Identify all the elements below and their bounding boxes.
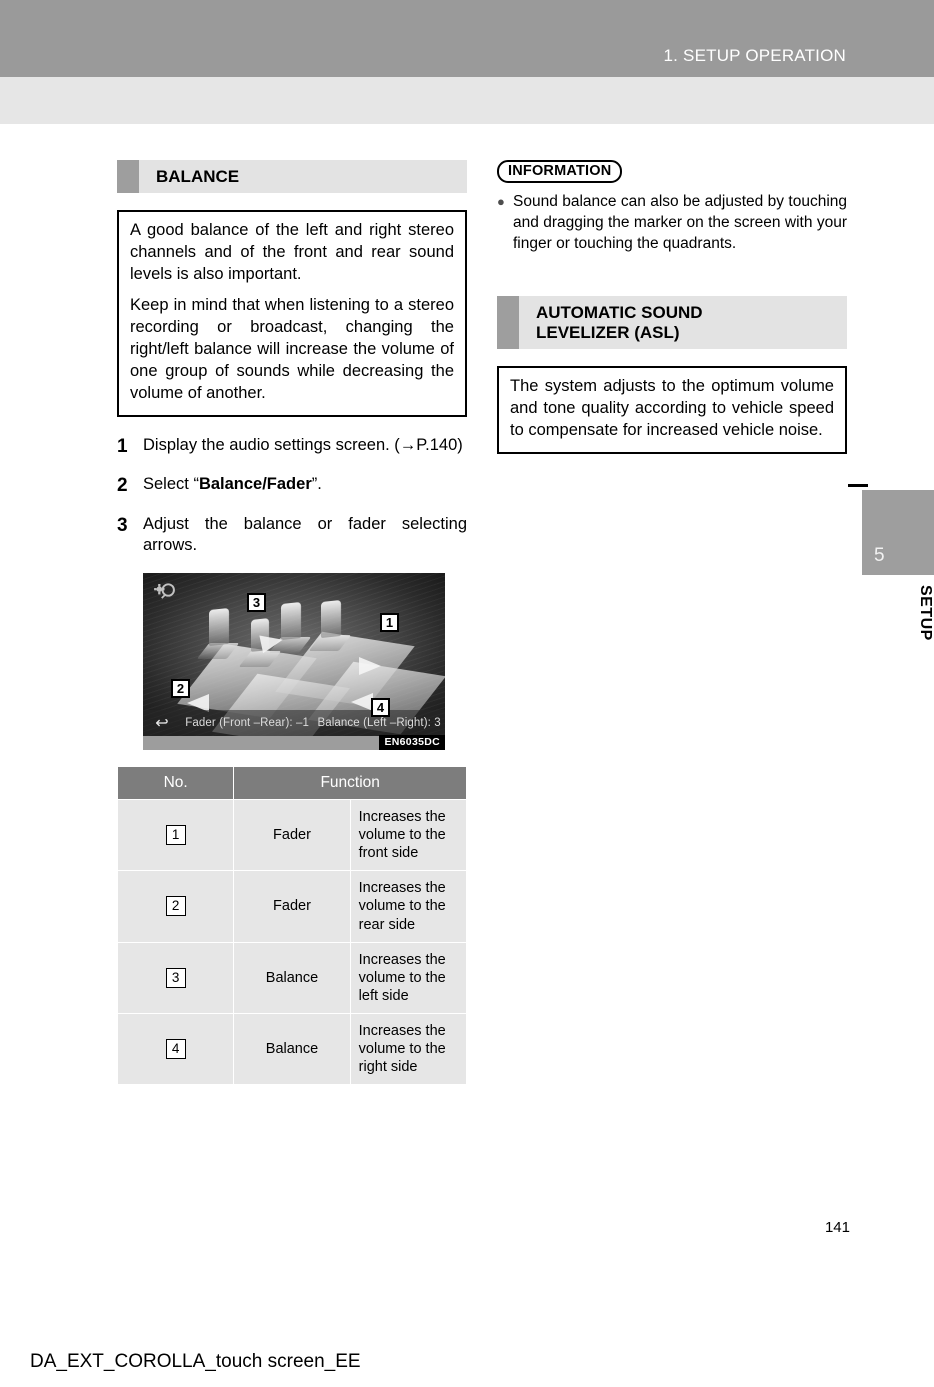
document-id-footer: DA_EXT_COROLLA_touch screen_EE [30,1351,361,1372]
fader-front-arrow-icon[interactable] [359,656,381,675]
table-row: 4 Balance Increases the volume to the ri… [116,1012,468,1086]
step-item: 2 Select “Balance/Fader”. [117,474,467,498]
touchscreen-display: ↩ Fader (Front –Rear): –1 Balance (Left … [143,572,445,750]
balance-description-box: A good balance of the left and right ste… [117,210,467,417]
step-text-emphasis: Balance/Fader [198,475,312,494]
back-arrow-icon[interactable]: ↩ [143,713,181,733]
row-number-cell: 2 [116,870,235,943]
page-header-title: 1. SETUP OPERATION [663,46,846,65]
asl-block: AUTOMATIC SOUND LEVELIZER (ASL) The syst… [497,296,847,455]
row-function-name: Balance [233,941,351,1015]
image-reference-code: EN6035DC [379,734,445,750]
page-subheader-band [0,77,934,124]
row-number-box: 1 [165,825,186,846]
side-tab-number: 5 [874,545,885,566]
screen-readout-row: Fader (Front –Rear): –1 Balance (Left –R… [181,717,445,729]
row-function-name: Fader [233,870,351,943]
callout-badge-3: 3 [247,592,266,612]
information-item-text: Sound balance can also be adjusted by to… [513,193,847,252]
table-header-row: No. Function [116,765,467,800]
table-row: 3 Balance Increases the volume to the le… [116,941,468,1015]
side-tab-box: 5 [862,490,934,575]
callout-badge-4: 4 [371,697,390,717]
callout-badge-2: 2 [171,678,190,698]
section-title-asl: AUTOMATIC SOUND LEVELIZER (ASL) [536,303,703,342]
step-text-prefix: Select “ [143,475,199,494]
balance-readout-value: Balance (Left –Right): 3 [317,716,441,729]
section-marker [117,160,139,193]
step-text-plain: Display the audio settings screen. (→P.1… [143,435,463,454]
asl-description-box: The system adjusts to the optimum volume… [497,366,847,455]
manual-page: 1. SETUP OPERATION 5 SETUP BALANCE A goo… [0,0,934,1387]
screen-bottom-bar: ↩ Fader (Front –Rear): –1 Balance (Left … [143,709,445,736]
right-column: INFORMATION ● Sound balance can also be … [497,160,847,455]
left-column: BALANCE A good balance of the left and r… [116,160,468,1086]
information-list-item: ● Sound balance can also be adjusted by … [497,192,847,254]
procedure-steps: 1 Display the audio settings screen. (→P… [117,435,467,557]
row-function-name: Balance [233,1012,351,1086]
row-number-box: 2 [165,896,186,917]
column-header-no: No. [116,765,235,800]
table-row: 1 Fader Increases the volume to the fron… [116,798,468,872]
step-number: 3 [117,515,128,536]
step-item: 1 Display the audio settings screen. (→P… [117,435,467,459]
row-number-cell: 4 [116,1012,235,1086]
step-text: Display the audio settings screen. (→P.1… [143,435,467,459]
step-number: 2 [117,475,128,497]
section-header-asl: AUTOMATIC SOUND LEVELIZER (ASL) [497,296,847,350]
asl-paragraph: The system adjusts to the optimum volume… [510,377,834,440]
page-number: 141 [824,1219,850,1236]
row-number-box: 3 [165,967,186,988]
row-function-name: Fader [233,798,351,872]
step-text-suffix: ”. [311,475,322,494]
step-text: Adjust the balance or fader selecting ar… [143,514,467,557]
row-function-desc: Increases the volume to the right side [349,1012,468,1086]
section-header-balance: BALANCE [117,160,467,193]
callout-badge-1: 1 [380,612,399,632]
function-table: No. Function 1 Fader Increases the volum… [116,765,468,1086]
table-header: No. Function [116,765,467,800]
information-label-pill: INFORMATION [497,160,623,183]
car-seat-graphic [321,599,341,638]
row-number-cell: 3 [116,941,235,1015]
balance-paragraph-1: A good balance of the left and right ste… [130,221,454,283]
section-title-balance: BALANCE [156,166,240,186]
row-number-box: 4 [165,1039,186,1060]
step-text-plain: Adjust the balance or fader selecting ar… [143,515,467,555]
step-item: 3 Adjust the balance or fader selecting … [117,514,467,557]
balance-screen-illustration: ↩ Fader (Front –Rear): –1 Balance (Left … [143,572,445,750]
step-text: Select “Balance/Fader”. [143,474,467,498]
fader-readout-value: Fader (Front –Rear): –1 [185,716,309,729]
bullet-icon: ● [497,194,505,209]
section-marker [497,296,519,350]
step-number: 1 [117,435,128,457]
row-function-desc: Increases the volume to the rear side [349,870,468,943]
settings-gear-icon [154,583,175,599]
car-seat-graphic [281,601,301,640]
balance-paragraph-2: Keep in mind that when listening to a st… [130,295,454,402]
side-tab-rule [848,484,868,487]
row-function-desc: Increases the volume to the front side [349,798,468,872]
side-tab-label: SETUP [917,585,934,641]
information-block: INFORMATION ● Sound balance can also be … [497,160,847,254]
information-list: ● Sound balance can also be adjusted by … [497,192,847,254]
row-function-desc: Increases the volume to the left side [349,941,468,1015]
table-row: 2 Fader Increases the volume to the rear… [116,870,468,943]
balance-right-arrow-icon[interactable] [351,692,373,711]
column-header-function: Function [233,765,467,800]
car-seat-graphic [209,607,229,646]
row-number-cell: 1 [116,798,235,872]
table-body: 1 Fader Increases the volume to the fron… [116,798,468,1086]
